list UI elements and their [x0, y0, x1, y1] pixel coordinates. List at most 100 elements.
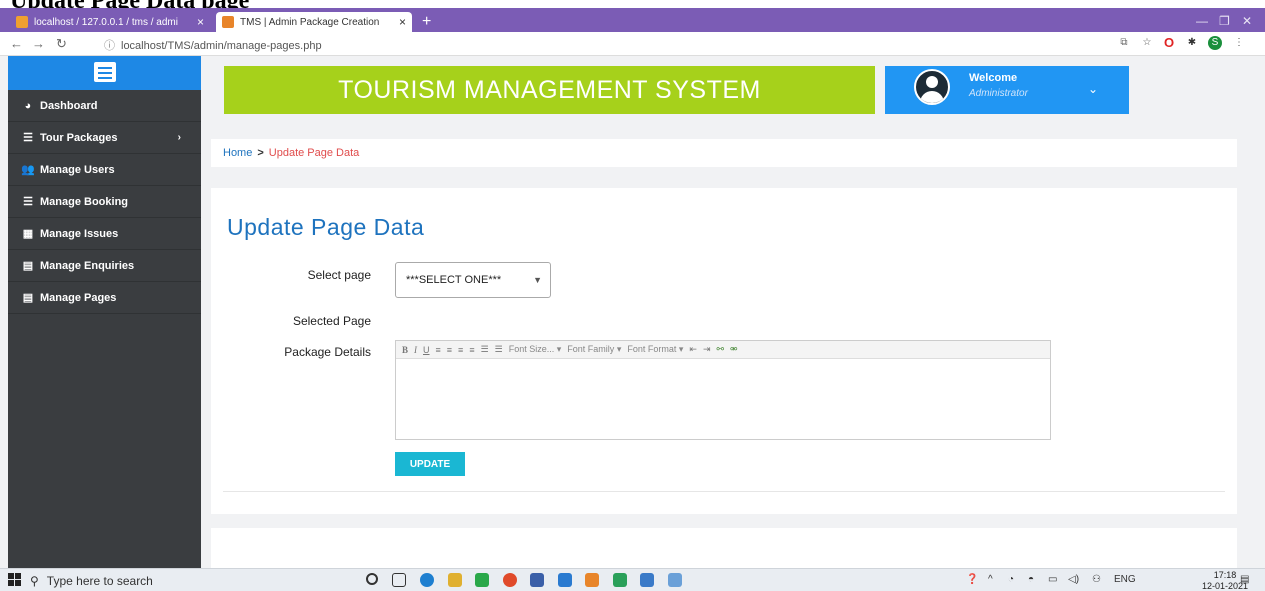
browser-tab-phpmyadmin[interactable]: localhost / 127.0.0.1 / tms / admi ×	[10, 12, 210, 32]
users-icon: 👥	[21, 164, 35, 176]
app-icon[interactable]	[668, 573, 682, 587]
close-icon[interactable]: ×	[399, 15, 406, 29]
italic-icon[interactable]: I	[414, 345, 417, 355]
page-select-value: ***SELECT ONE***	[406, 274, 502, 286]
font-size-dropdown[interactable]: Font Size... ▾	[509, 344, 562, 355]
sidebar-item-manage-booking[interactable]: ☰ Manage Booking	[8, 186, 201, 218]
font-family-dropdown[interactable]: Font Family ▾	[567, 344, 621, 355]
window-close-icon[interactable]: ✕	[1242, 14, 1252, 28]
cortana-icon[interactable]	[366, 573, 378, 585]
site-title-banner: TOURISM MANAGEMENT SYSTEM	[224, 66, 875, 114]
bullet-list-icon[interactable]: ☰	[481, 344, 489, 355]
menu-kebab-icon[interactable]: ⋮	[1232, 36, 1246, 50]
tray-icon[interactable]: ◓	[1028, 574, 1034, 585]
help-icon[interactable]: ❓	[966, 574, 978, 585]
tms-favicon-icon	[222, 16, 234, 28]
tray-icon[interactable]: ◔	[1008, 574, 1014, 585]
volume-icon[interactable]: ◁)	[1068, 574, 1079, 585]
table-icon: ▦	[22, 228, 34, 240]
dashboard-icon: ◕	[24, 99, 32, 112]
update-button[interactable]: UPDATE	[395, 452, 465, 476]
package-details-editor[interactable]: B I U ≡ ≡ ≡ ≡ ☰ ☰ Font Size... ▾ Font Fa…	[395, 340, 1051, 440]
numbered-list-icon[interactable]: ☰	[495, 344, 503, 355]
align-center-icon[interactable]: ≡	[447, 345, 452, 355]
restore-icon[interactable]: ❐	[1219, 14, 1230, 28]
indent-icon[interactable]: ⇥	[703, 344, 711, 355]
editor-toolbar: B I U ≡ ≡ ≡ ≡ ☰ ☰ Font Size... ▾ Font Fa…	[396, 341, 1050, 359]
back-icon[interactable]: ←	[10, 36, 23, 51]
sidebar-item-manage-issues[interactable]: ▦ Manage Issues	[8, 218, 201, 250]
breadcrumb-current: Update Page Data	[268, 147, 360, 159]
file-explorer-icon[interactable]	[448, 573, 462, 587]
sidebar-item-tour-packages[interactable]: ☰ Tour Packages ›	[8, 122, 201, 154]
chevron-down-icon[interactable]: ⌄	[1088, 82, 1098, 96]
align-right-icon[interactable]: ≡	[458, 345, 463, 355]
align-left-icon[interactable]: ≡	[436, 345, 441, 355]
outdent-icon[interactable]: ⇤	[689, 344, 697, 355]
sidebar-item-manage-pages[interactable]: ▤ Manage Pages	[8, 282, 201, 314]
align-justify-icon[interactable]: ≡	[469, 345, 474, 355]
font-format-dropdown[interactable]: Font Format ▾	[627, 344, 683, 355]
profile-avatar-icon[interactable]: S	[1208, 36, 1222, 50]
tab-label: TMS | Admin Package Creation	[240, 16, 380, 28]
document-heading: Update Page Data page	[10, 0, 249, 8]
sidebar-item-label: Manage Booking	[40, 195, 129, 208]
app-icon[interactable]	[530, 573, 544, 587]
spreadsheet-icon[interactable]	[613, 573, 627, 587]
close-icon[interactable]: ×	[197, 15, 204, 29]
sidebar-item-label: Tour Packages	[40, 131, 118, 144]
notifications-icon[interactable]: ▤	[1240, 574, 1249, 585]
search-icon: ⚲	[30, 573, 39, 588]
url-field[interactable]: ⓘ localhost/TMS/admin/manage-pages.php	[104, 37, 322, 53]
selected-page-label: Selected Page	[292, 314, 371, 328]
divider	[223, 491, 1225, 492]
bold-icon[interactable]: B	[402, 345, 408, 355]
reload-icon[interactable]: ↻	[56, 36, 67, 52]
opera-icon[interactable]: O	[1162, 36, 1176, 50]
sidebar-item-label: Manage Issues	[40, 227, 119, 240]
user-menu[interactable]: Welcome Administrator ⌄	[885, 66, 1129, 114]
link-icon[interactable]: ⚯	[716, 344, 724, 355]
photos-icon[interactable]	[640, 573, 654, 587]
chrome-icon[interactable]	[503, 573, 517, 587]
chevron-up-icon[interactable]: ^	[988, 574, 993, 585]
taskbar: ⚲ Type here to search ❓ ^ ◔ ◓ ▭ ◁) ⚇ ENG…	[0, 568, 1265, 591]
unlink-icon[interactable]: ⚮	[730, 344, 738, 355]
menu-toggle[interactable]	[8, 56, 201, 90]
forward-icon[interactable]: →	[32, 36, 45, 51]
breadcrumb-home-link[interactable]: Home	[223, 147, 252, 159]
sidebar-item-manage-enquiries[interactable]: ▤ Manage Enquiries	[8, 250, 201, 282]
battery-icon[interactable]: ▭	[1048, 574, 1057, 585]
minimize-icon[interactable]: —	[1196, 14, 1208, 28]
taskbar-search[interactable]: ⚲ Type here to search	[30, 571, 230, 590]
language-indicator[interactable]: ENG	[1114, 574, 1136, 585]
green-app-icon[interactable]	[475, 573, 489, 587]
breadcrumb-separator: >	[257, 147, 264, 159]
xampp-icon[interactable]	[585, 573, 599, 587]
task-view-icon[interactable]	[392, 573, 406, 587]
underline-icon[interactable]: U	[423, 345, 430, 355]
browser-tab-tms[interactable]: TMS | Admin Package Creation ×	[216, 12, 412, 32]
info-icon: ⓘ	[104, 40, 115, 52]
file-text-icon: ▤	[22, 260, 34, 272]
translate-icon[interactable]: ⧉	[1117, 36, 1131, 50]
sidebar: ◕ Dashboard ☰ Tour Packages › 👥 Manage U…	[8, 56, 201, 568]
windows-start-icon[interactable]	[8, 573, 22, 587]
hamburger-icon[interactable]	[94, 62, 116, 82]
sidebar-item-manage-users[interactable]: 👥 Manage Users	[8, 154, 201, 186]
new-tab-button[interactable]: +	[422, 14, 431, 30]
bookmark-star-icon[interactable]: ☆	[1140, 36, 1154, 50]
word-icon[interactable]	[558, 573, 572, 587]
chevron-down-icon: ▼	[533, 275, 542, 285]
screen: Update Page Data page localhost / 127.0.…	[0, 0, 1265, 591]
file-text-icon: ▤	[22, 292, 34, 304]
edge-icon[interactable]	[420, 573, 434, 587]
sidebar-item-dashboard[interactable]: ◕ Dashboard	[8, 90, 201, 122]
welcome-text: Welcome	[969, 72, 1018, 84]
extensions-puzzle-icon[interactable]: ✱	[1185, 36, 1199, 50]
chevron-right-icon: ›	[177, 132, 181, 143]
address-bar: ← → ↻ ⓘ localhost/TMS/admin/manage-pages.…	[0, 32, 1265, 56]
network-icon[interactable]: ⚇	[1092, 574, 1101, 585]
page-select[interactable]: ***SELECT ONE*** ▼	[395, 262, 551, 298]
url-text: localhost/TMS/admin/manage-pages.php	[121, 40, 322, 52]
